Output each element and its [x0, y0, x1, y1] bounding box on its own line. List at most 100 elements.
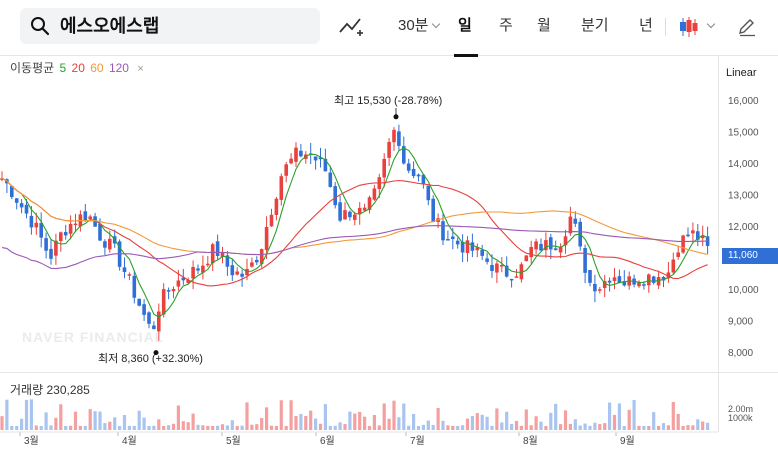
candle-body [284, 164, 288, 176]
volume-bar [137, 410, 141, 430]
period-30min[interactable]: 30분 [398, 16, 440, 36]
period-week[interactable]: 주 [499, 16, 513, 36]
candle-body [514, 276, 519, 278]
chevron-down-icon [431, 19, 440, 29]
volume-bar [29, 399, 33, 430]
volume-bar [451, 425, 455, 430]
candle-body [269, 214, 274, 227]
volume-bar [20, 418, 24, 430]
candle-body [83, 211, 88, 221]
candle-body [691, 230, 695, 234]
volume-bar [108, 421, 112, 430]
search-icon [31, 17, 50, 36]
volume-bar [514, 420, 519, 430]
candle-body [29, 215, 34, 228]
volume-bar [127, 425, 131, 430]
volume-bar [416, 425, 421, 430]
volume-bar [250, 424, 254, 430]
candle-body [553, 248, 558, 251]
candle-body [49, 248, 53, 259]
volume-bar [206, 425, 210, 430]
candle-body [470, 242, 475, 251]
candle-body [671, 259, 676, 273]
volume-bar [93, 411, 97, 430]
price-chart[interactable]: 16,00015,00014,00013,00012,00011,00010,0… [0, 56, 778, 450]
period-quarter[interactable]: 분기 [581, 16, 609, 36]
pencil-icon[interactable] [737, 17, 757, 37]
candle-body [588, 270, 592, 283]
volume-bar [661, 423, 666, 430]
volume-bar [225, 425, 229, 430]
volume-bar [333, 425, 337, 430]
x-tick-label: 3월 [24, 435, 39, 447]
candle-body [455, 240, 460, 245]
candle-body [328, 172, 333, 187]
volume-bar [608, 402, 612, 430]
candle-body [338, 202, 342, 221]
period-month[interactable]: 월 [537, 16, 551, 36]
volume-bar [220, 424, 225, 430]
candle-body [500, 264, 504, 267]
candle-body [147, 312, 151, 324]
volume-bar [407, 425, 411, 430]
volume-bar [372, 415, 376, 430]
period-year[interactable]: 년 [639, 16, 653, 36]
candle-body [108, 238, 112, 250]
volume-bar [0, 416, 4, 430]
candle-body [524, 255, 529, 262]
candle-body [348, 211, 352, 218]
candle-body [549, 237, 553, 250]
volume-bar [265, 407, 269, 430]
volume-bar [44, 412, 48, 430]
volume-bar [211, 425, 215, 430]
chevron-down-icon[interactable] [706, 19, 716, 29]
volume-bar [260, 418, 264, 430]
trendline-tool-icon[interactable] [338, 14, 364, 38]
volume-bar [314, 418, 318, 430]
low-annotation: 최저 8,360 (+32.30%) [98, 352, 203, 365]
stock-search-box[interactable]: 에스오에스랩 [20, 8, 320, 44]
y-tick-label: 14,000 [728, 159, 759, 170]
volume-bar [113, 417, 117, 430]
candle-body [343, 210, 347, 220]
candle-body [63, 231, 68, 236]
volume-bar [598, 424, 602, 430]
volume-bar [456, 425, 460, 430]
volume-bar [706, 422, 710, 430]
high-annotation: 최고 15,530 (-28.78%) [334, 94, 442, 107]
candle-body [676, 252, 680, 257]
candle-body [573, 218, 578, 224]
volume-bar [83, 425, 87, 430]
candle-body [495, 263, 499, 273]
volume-bar [328, 425, 332, 430]
volume-bar [617, 403, 621, 430]
volume-bar [436, 408, 440, 430]
candle-body [152, 325, 156, 330]
volume-bar [162, 425, 166, 430]
volume-bar [15, 425, 19, 430]
y-tick-label: 13,000 [728, 191, 759, 202]
volume-bar [152, 425, 156, 430]
candle-body [255, 259, 259, 263]
volume-value: 230,285 [46, 383, 90, 397]
candlestick-type-icon[interactable] [678, 16, 700, 38]
candle-body [44, 238, 48, 251]
candle-body [485, 258, 489, 262]
volume-bar [348, 411, 352, 430]
candle-body [446, 239, 450, 241]
volume-bar [274, 425, 278, 430]
volume-bar [465, 418, 470, 430]
candle-body [387, 142, 391, 158]
candle-body [137, 298, 141, 306]
y-tick-label: 9,000 [728, 317, 753, 328]
candle-body [59, 232, 63, 242]
volume-bar [421, 424, 425, 430]
volume-bar [588, 425, 592, 430]
volume-bar [255, 424, 259, 430]
volume-bar [318, 423, 323, 430]
volume-bar [78, 425, 82, 430]
volume-bar [539, 421, 543, 430]
period-day[interactable]: 일 [458, 16, 472, 36]
volume-bar [39, 425, 43, 430]
volume-bar [118, 425, 122, 430]
